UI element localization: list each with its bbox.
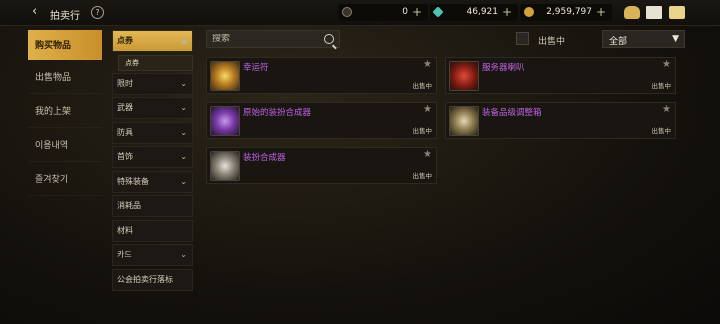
category-label: 限时	[117, 78, 133, 88]
add-gold-button[interactable]: +	[596, 5, 606, 19]
item-card[interactable]: 装扮合成器 ★ 出售中	[206, 147, 437, 184]
item-name: 原始的装扮合成器	[243, 108, 312, 118]
add-gem-button[interactable]: +	[502, 5, 512, 19]
gold-amount: 2,959,797	[546, 7, 592, 17]
search-input[interactable]	[212, 34, 322, 44]
nav-usage-history[interactable]: 이용내역	[28, 128, 102, 162]
chevron-up-icon: ▲	[180, 36, 187, 45]
gem-currency-display: 46,921 +	[430, 4, 518, 21]
item-status: 出售中	[412, 172, 433, 180]
item-card[interactable]: 幸运符 ★ 出售中	[206, 57, 437, 94]
coin-currency-display: 0 +	[338, 4, 428, 21]
cube-icon	[449, 106, 479, 136]
gold-currency-display: 2,959,797 +	[520, 4, 612, 21]
search-icon[interactable]	[324, 34, 334, 44]
chevron-down-icon: ⌄	[180, 176, 187, 186]
chevron-down-icon: ⌄	[180, 103, 187, 112]
chevron-down-icon: ⌄	[180, 250, 187, 259]
megaphone-icon	[449, 61, 479, 91]
search-box	[206, 30, 340, 48]
gold-icon	[524, 7, 534, 17]
favorite-star-icon[interactable]: ★	[423, 59, 432, 70]
category-label: 消耗品	[117, 201, 141, 210]
category-label: 公会拍卖行落标	[117, 274, 173, 284]
favorite-star-icon[interactable]: ★	[423, 149, 432, 160]
filter-dropdown[interactable]: 全部 ▼	[602, 30, 685, 48]
cube-icon	[210, 151, 240, 181]
item-card[interactable]: 原始的装扮合成器 ★ 出售中	[206, 102, 437, 139]
dropdown-arrow-icon: ▼	[672, 34, 679, 44]
onsale-label: 出售中	[538, 37, 566, 47]
category-weapon[interactable]: 武器 ⌄	[112, 97, 193, 119]
cube-icon	[210, 106, 240, 136]
favorite-star-icon[interactable]: ★	[423, 104, 432, 115]
chevron-down-icon: ⌄	[180, 127, 187, 137]
category-accessory[interactable]: 首饰 ⌄	[112, 146, 193, 168]
category-material[interactable]: 材料	[112, 219, 193, 242]
page-title: 拍卖行	[50, 11, 80, 22]
category-special-equipment[interactable]: 特殊装备 ⌄	[112, 170, 193, 193]
category-armor[interactable]: 防具 ⌄	[112, 121, 193, 144]
category-label: 特殊装备	[117, 176, 149, 186]
chevron-down-icon: ⌄	[180, 152, 187, 161]
category-list: 点券 ▲ 点券 限时 ⌄ 武器 ⌄ 防具 ⌄ 首饰 ⌄ 特殊装备 ⌄ 消耗品 材…	[112, 30, 193, 293]
coin-icon	[342, 7, 352, 17]
chat-icon[interactable]	[669, 6, 685, 19]
bag-icon[interactable]	[624, 6, 640, 19]
category-label: 武器	[117, 103, 133, 112]
item-name: 装扮合成器	[243, 153, 286, 163]
category-label: 材料	[117, 225, 133, 235]
nav-favorites[interactable]: 즐겨찾기	[28, 162, 102, 196]
item-status: 出售中	[412, 127, 433, 135]
item-name: 装备品级调整箱	[482, 108, 542, 118]
favorite-star-icon[interactable]: ★	[662, 59, 671, 70]
coin-amount: 0	[402, 7, 408, 17]
onsale-checkbox[interactable]	[516, 32, 529, 45]
category-label: 防具	[117, 127, 133, 137]
nav-buy-items[interactable]: 购买物品	[28, 30, 102, 60]
item-status: 出售中	[412, 82, 433, 90]
gem-amount: 46,921	[466, 7, 499, 17]
gem-icon	[432, 6, 444, 18]
item-card[interactable]: 装备品级调整箱 ★ 出售中	[445, 102, 676, 139]
category-label: 首饰	[117, 152, 133, 161]
category-cash[interactable]: 点券 ▲	[112, 30, 193, 52]
add-coin-button[interactable]: +	[412, 5, 422, 19]
help-icon[interactable]: ?	[91, 6, 104, 19]
left-nav: 购买物品 出售物品 我的上架 이용내역 즐겨찾기	[28, 30, 102, 196]
item-card[interactable]: 服务器喇叭 ★ 出售中	[445, 57, 676, 94]
favorite-star-icon[interactable]: ★	[662, 104, 671, 115]
nav-sell-items[interactable]: 出售物品	[28, 60, 102, 94]
category-consumable[interactable]: 消耗品	[112, 195, 193, 217]
mail-icon[interactable]	[646, 6, 662, 19]
dropdown-value: 全部	[609, 37, 628, 47]
item-status: 出售中	[651, 127, 672, 135]
category-card[interactable]: 카드 ⌄	[112, 244, 193, 266]
category-guild-auction[interactable]: 公会拍卖行落标	[112, 268, 193, 291]
nav-my-listings[interactable]: 我的上架	[28, 94, 102, 128]
lucky-charm-icon	[210, 61, 240, 91]
item-name: 服务器喇叭	[482, 63, 525, 73]
item-status: 出售中	[651, 82, 672, 90]
subcategory-cash[interactable]: 点券	[118, 54, 193, 71]
back-arrow-icon[interactable]: ‹	[32, 5, 46, 19]
chevron-down-icon: ⌄	[180, 78, 187, 88]
item-name: 幸运符	[243, 63, 269, 73]
top-bar: ‹ 拍卖行 ? 0 + 46,921 + 2,959,797 +	[0, 0, 720, 26]
category-label: 点券	[117, 36, 133, 45]
category-label: 카드	[117, 250, 132, 259]
category-limited[interactable]: 限时 ⌄	[112, 72, 193, 95]
